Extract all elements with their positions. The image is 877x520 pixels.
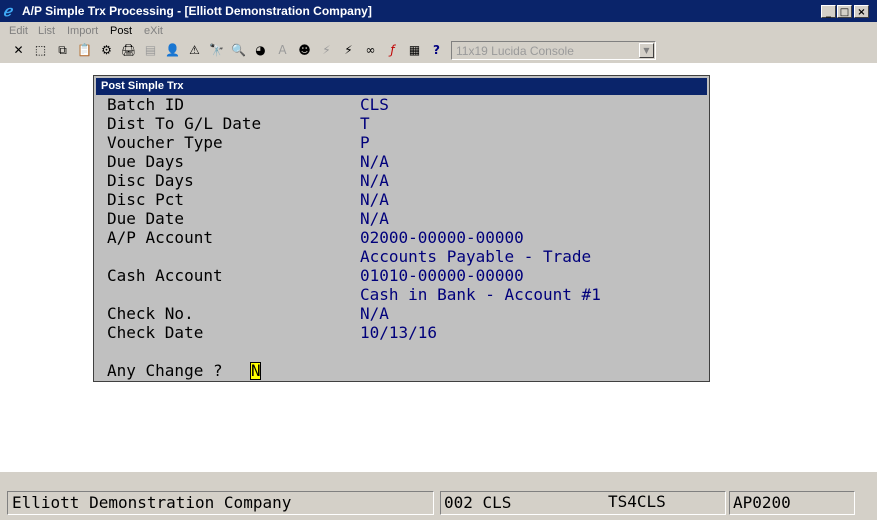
chart-icon[interactable]: ◕	[251, 41, 270, 60]
field-label: Disc Days	[107, 171, 194, 190]
dialog-title: Post Simple Trx	[101, 80, 184, 92]
print-setup-icon[interactable]: 🖨	[119, 41, 138, 60]
field-value: N/A	[360, 171, 389, 190]
magnifier-icon[interactable]: 🔍	[229, 41, 248, 60]
field-label: Check Date	[107, 323, 204, 342]
app-icon: ℯ	[3, 2, 12, 20]
field-value: CLS	[360, 95, 389, 114]
warning-icon[interactable]: ⚠	[185, 41, 204, 60]
menu-bar: Edit List Import Post eXit	[0, 22, 877, 40]
field-value: N/A	[360, 209, 389, 228]
help-pointer-icon[interactable]: ?	[427, 41, 446, 60]
field-value: Cash in Bank - Account #1	[360, 285, 601, 304]
minimize-button[interactable]: _	[821, 5, 836, 18]
link-icon[interactable]: ∞	[361, 41, 380, 60]
menu-exit[interactable]: eXit	[144, 25, 163, 37]
dialog-title-bar: Post Simple Trx	[96, 78, 707, 95]
field-value: N/A	[360, 304, 389, 323]
maximize-button[interactable]: □	[837, 5, 852, 18]
lightning-icon[interactable]: ⚡	[317, 41, 336, 60]
status-terminal: TS4CLS	[608, 492, 666, 511]
document-icon[interactable]: ▤	[141, 41, 160, 60]
title-bar: ℯ A/P Simple Trx Processing - [Elliott D…	[0, 0, 877, 22]
user-icon[interactable]: 👤	[163, 41, 182, 60]
field-value: N/A	[360, 152, 389, 171]
field-value: N/A	[360, 190, 389, 209]
calculator-icon[interactable]: ▦	[405, 41, 424, 60]
field-label: Due Date	[107, 209, 185, 228]
status-company: Elliott Demonstration Company	[7, 491, 434, 515]
field-label: Dist To G/L Date	[107, 114, 262, 133]
field-value: 02000-00000-00000	[360, 228, 524, 247]
paste-icon[interactable]: 📋	[75, 41, 94, 60]
field-label: Disc Pct	[107, 190, 185, 209]
toolbar: ✕ ⬚ ⧉ 📋 ⚙ 🖨 ▤ 👤 ⚠ 🔭 🔍 ◕ A ☻ ⚡ ⚡ ∞ ƒ ▦ ?	[0, 40, 877, 62]
status-program: AP0200	[729, 491, 855, 515]
font-icon[interactable]: A	[273, 41, 292, 60]
field-value: Accounts Payable - Trade	[360, 247, 592, 266]
menu-import[interactable]: Import	[67, 25, 98, 37]
settings-icon[interactable]: ⚙	[97, 41, 116, 60]
field-label: Due Days	[107, 152, 185, 171]
function-icon[interactable]: ƒ	[383, 41, 402, 60]
field-value: T	[360, 114, 370, 133]
close-button[interactable]: ×	[854, 5, 869, 18]
field-value: 10/13/16	[360, 323, 438, 342]
change-answer-input[interactable]: N	[250, 362, 261, 380]
menu-post[interactable]: Post	[110, 25, 132, 37]
field-value: P	[360, 133, 370, 152]
chevron-down-icon[interactable]: ▼	[639, 43, 654, 58]
field-value: 01010-00000-00000	[360, 266, 524, 285]
window-title: A/P Simple Trx Processing - [Elliott Dem…	[22, 4, 372, 18]
select-icon[interactable]: ⬚	[31, 41, 50, 60]
post-simple-trx-dialog: Post Simple Trx Batch ID CLS Dist To G/L…	[93, 75, 710, 382]
font-select-value: 11x19 Lucida Console	[456, 44, 574, 58]
field-label: Cash Account	[107, 266, 223, 285]
menu-edit[interactable]: Edit	[9, 25, 28, 37]
field-label: Check No.	[107, 304, 194, 323]
field-label: Voucher Type	[107, 133, 223, 152]
status-bar: Elliott Demonstration Company 002 CLS TS…	[0, 486, 877, 520]
person-card-icon[interactable]: ☻	[295, 41, 314, 60]
field-label: Batch ID	[107, 95, 185, 114]
font-select[interactable]: 11x19 Lucida Console ▼	[451, 41, 656, 60]
binoculars-icon[interactable]: 🔭	[207, 41, 226, 60]
menu-list[interactable]: List	[38, 25, 55, 37]
field-label: A/P Account	[107, 228, 213, 247]
run-icon[interactable]: ⚡	[339, 41, 358, 60]
cut-icon[interactable]: ✕	[9, 41, 28, 60]
change-prompt: Any Change ?	[107, 361, 223, 380]
copy-icon[interactable]: ⧉	[53, 41, 72, 60]
